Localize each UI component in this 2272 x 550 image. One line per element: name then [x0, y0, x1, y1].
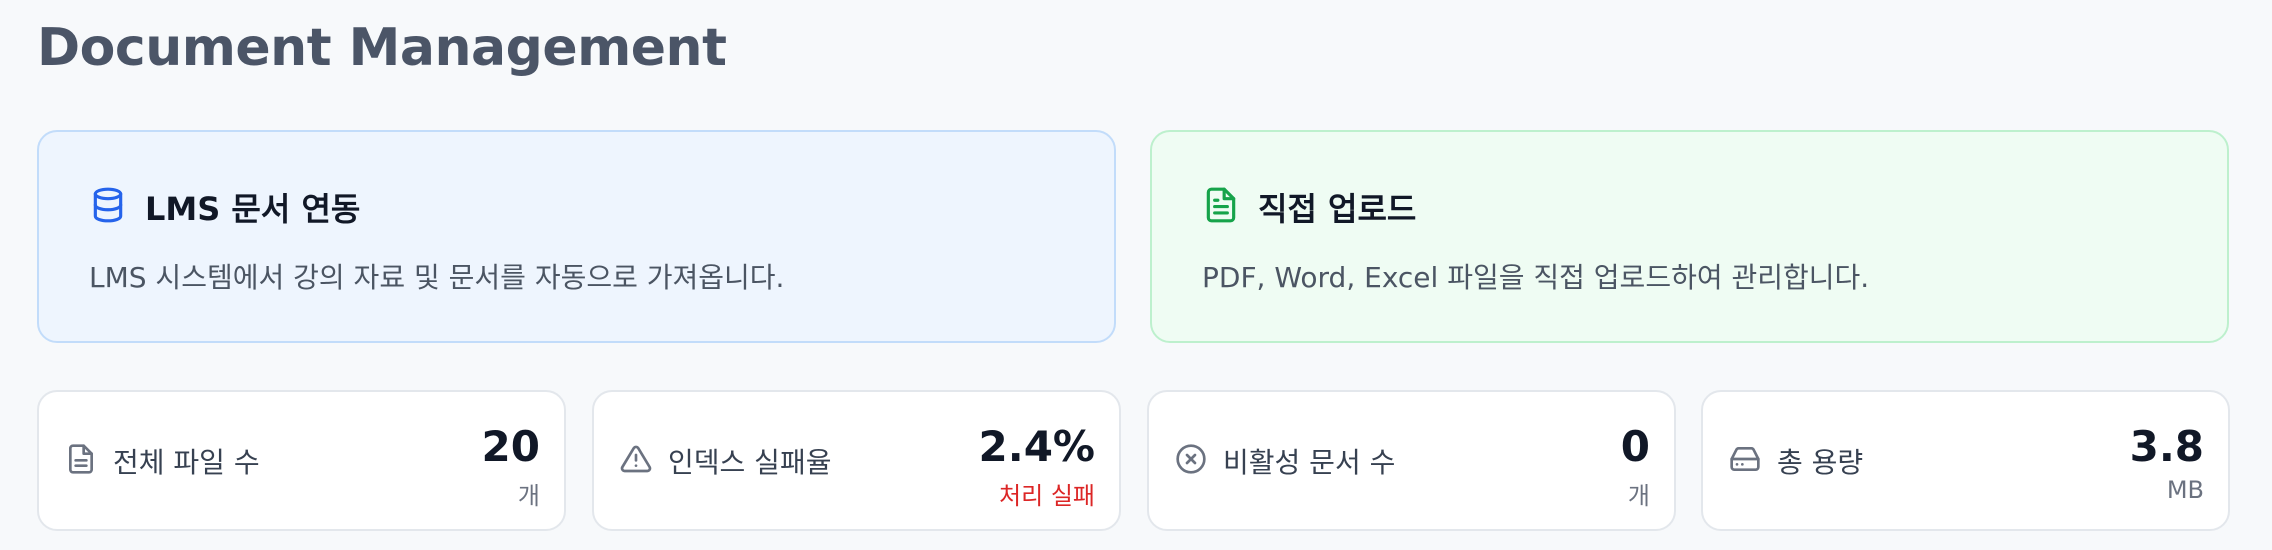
database-icon — [89, 186, 127, 228]
stat-status: 처리 실패 — [999, 482, 1095, 510]
file-text-icon — [1202, 186, 1240, 228]
stat-label: 전체 파일 수 — [113, 445, 260, 479]
lms-card-description: LMS 시스템에서 강의 자료 및 문서를 자동으로 가져옵니다. — [89, 261, 785, 294]
stat-value: 3.8 — [2129, 422, 2204, 471]
hard-drive-icon — [1729, 443, 1761, 479]
stat-label: 비활성 문서 수 — [1223, 445, 1396, 479]
upload-card-header: 직접 업로드 — [1202, 184, 1416, 230]
lms-card-header: LMS 문서 연동 — [89, 184, 360, 230]
stat-card-inactive-docs: 비활성 문서 수 0 개 — [1147, 390, 1676, 531]
lms-card-title: LMS 문서 연동 — [145, 190, 361, 228]
alert-triangle-icon — [620, 443, 652, 479]
stat-unit: 개 — [1627, 482, 1650, 510]
page-title: Document Management — [37, 18, 727, 78]
stat-card-total-size: 총 용량 3.8 MB — [1701, 390, 2230, 531]
direct-upload-card[interactable]: 직접 업로드 PDF, Word, Excel 파일을 직접 업로드하여 관리합… — [1150, 130, 2229, 343]
stat-label: 총 용량 — [1777, 445, 1864, 479]
lms-integration-card[interactable]: LMS 문서 연동 LMS 시스템에서 강의 자료 및 문서를 자동으로 가져옵… — [37, 130, 1116, 343]
x-circle-icon — [1175, 443, 1207, 479]
stat-value: 2.4% — [978, 422, 1095, 471]
upload-card-title: 직접 업로드 — [1258, 190, 1417, 228]
stat-unit: 개 — [517, 482, 540, 510]
stat-value: 0 — [1620, 422, 1650, 471]
stat-unit: MB — [2166, 476, 2204, 504]
stat-value: 20 — [481, 422, 540, 471]
stat-card-index-failure-rate: 인덱스 실패율 2.4% 처리 실패 — [592, 390, 1121, 531]
stat-card-total-files: 전체 파일 수 20 개 — [37, 390, 566, 531]
file-text-icon — [65, 443, 97, 479]
stat-label: 인덱스 실패율 — [668, 445, 832, 479]
upload-card-description: PDF, Word, Excel 파일을 직접 업로드하여 관리합니다. — [1202, 261, 1870, 294]
